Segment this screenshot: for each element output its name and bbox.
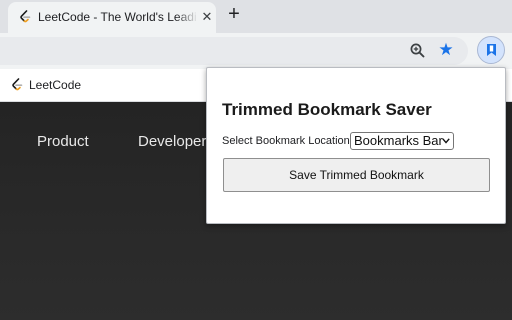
leetcode-icon xyxy=(12,78,23,91)
location-select[interactable]: Bookmarks Bar xyxy=(350,132,454,150)
tab-leetcode[interactable]: LeetCode - The World's Leading ✕ xyxy=(8,2,216,33)
location-label: Select Bookmark Location: xyxy=(222,135,353,147)
nav-developer[interactable]: Developer xyxy=(138,133,206,150)
browser-toolbar: ★ xyxy=(0,33,512,69)
address-bar[interactable] xyxy=(0,37,468,65)
bookmark-extension-icon xyxy=(487,44,496,56)
save-trimmed-bookmark-button[interactable]: Save Trimmed Bookmark xyxy=(223,158,490,192)
leetcode-icon xyxy=(20,10,31,23)
nav-product[interactable]: Product xyxy=(37,133,89,150)
tab-title-fade xyxy=(176,8,198,26)
tab-title: LeetCode - The World's Leading xyxy=(38,10,196,24)
chevron-down-icon xyxy=(442,138,450,144)
bookmark-star-icon[interactable]: ★ xyxy=(436,40,456,60)
close-icon[interactable]: ✕ xyxy=(198,8,216,26)
location-selected-value: Bookmarks Bar xyxy=(354,133,443,148)
extension-popup: Trimmed Bookmark Saver Select Bookmark L… xyxy=(206,67,506,224)
bookmark-leetcode[interactable]: LeetCode xyxy=(29,78,81,92)
tab-strip: LeetCode - The World's Leading ✕ + xyxy=(0,0,512,33)
extension-button[interactable] xyxy=(477,36,505,64)
zoom-icon[interactable] xyxy=(409,42,427,60)
popup-title: Trimmed Bookmark Saver xyxy=(222,100,432,119)
new-tab-button[interactable]: + xyxy=(223,4,245,26)
